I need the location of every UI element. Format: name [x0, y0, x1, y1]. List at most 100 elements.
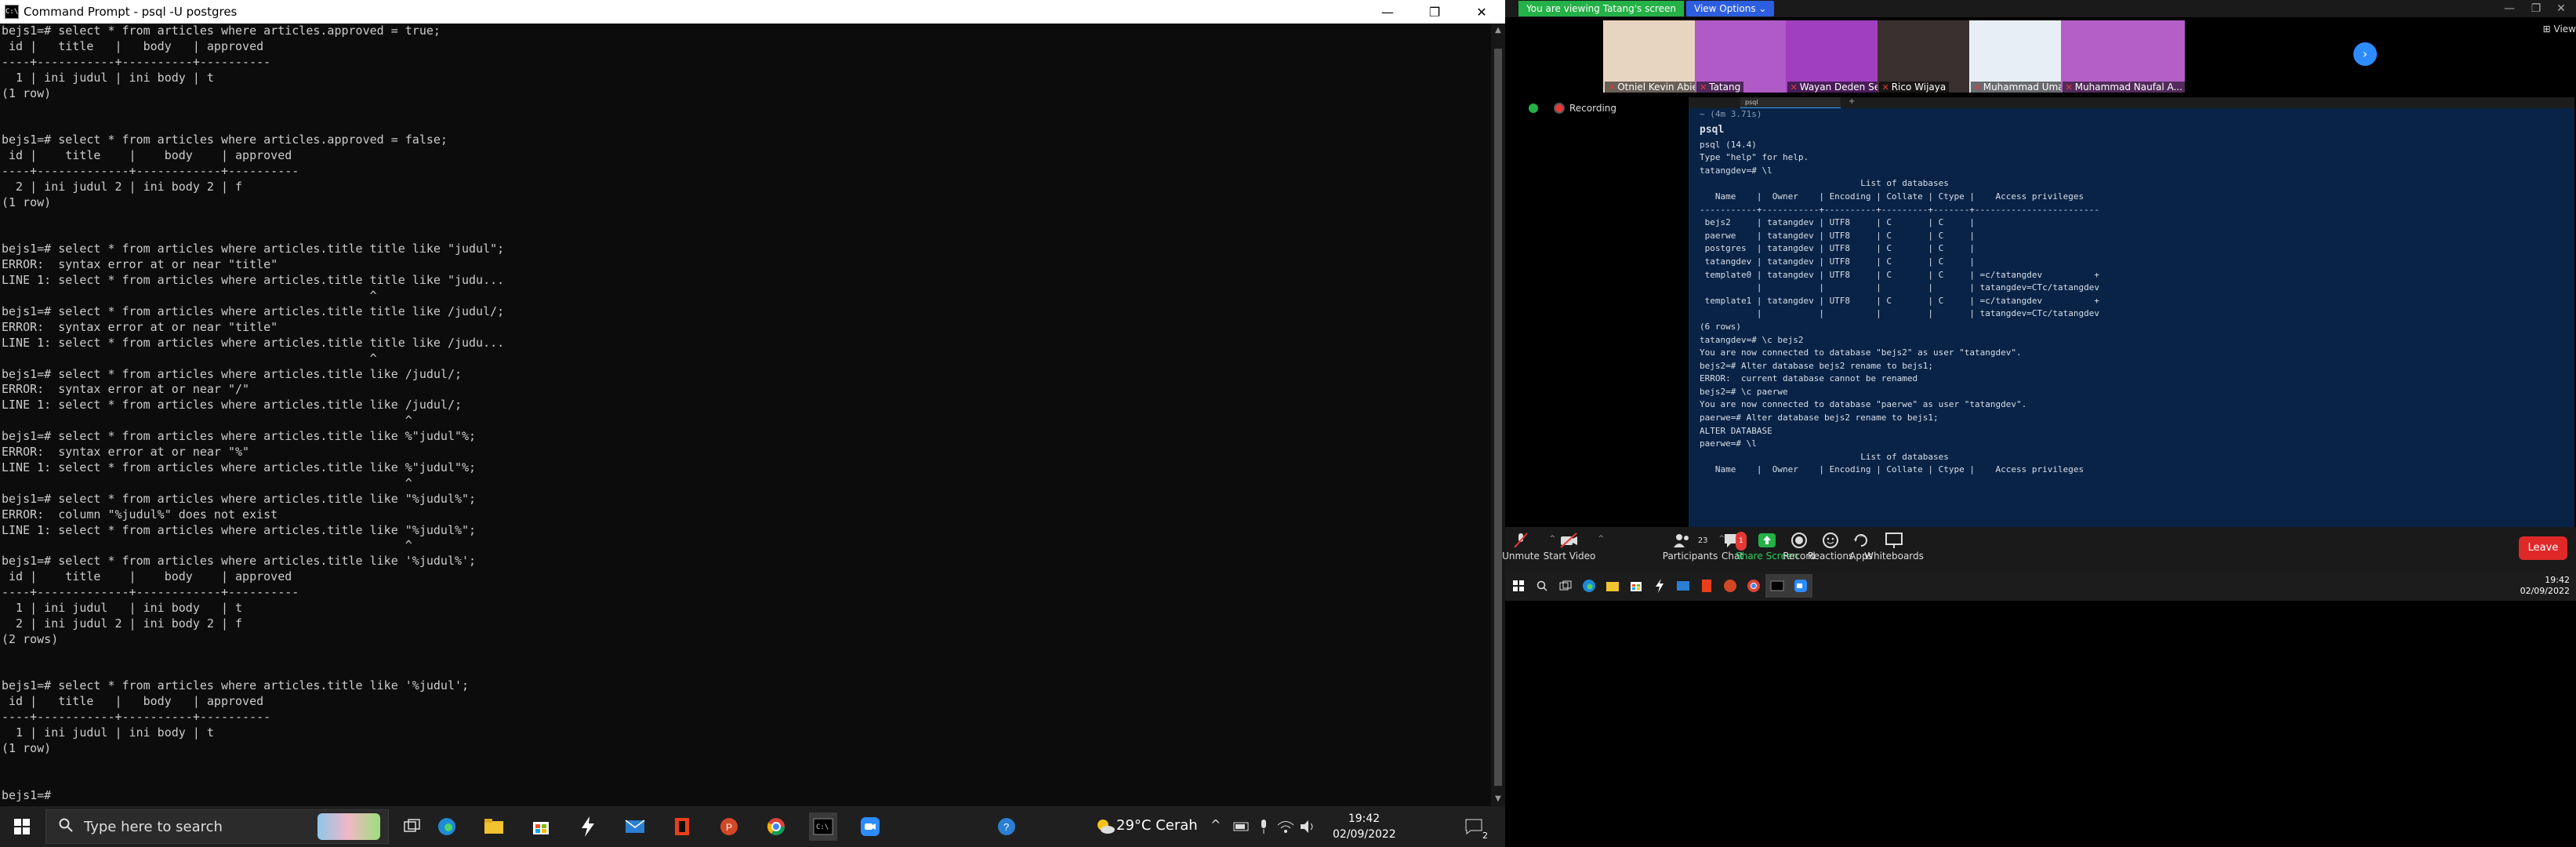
shared-new-tab-icon: + — [1849, 97, 1856, 106]
task-view-icon[interactable] — [398, 812, 426, 841]
mail-icon[interactable] — [621, 812, 649, 841]
participant-name-text: Tatang — [1709, 82, 1741, 93]
terminal-line: 1 | ini judul | ini body | t — [2, 600, 243, 615]
terminal-line: id | title | body | approved — [2, 569, 292, 584]
file-explorer-icon[interactable] — [1601, 574, 1624, 598]
recording-dot-icon — [1554, 103, 1565, 114]
next-page-arrow-icon[interactable]: › — [2353, 42, 2377, 66]
terminal-line: ^ — [2, 475, 412, 490]
store-icon[interactable] — [1624, 574, 1648, 598]
muted-mic-icon: ✕ — [1790, 82, 1798, 93]
maximize-button[interactable]: ❐ — [1411, 0, 1458, 24]
weather-icon[interactable] — [1091, 812, 1119, 841]
cmd-output[interactable]: bejs1=# select * from articles where art… — [0, 24, 1491, 806]
participant-name-text: Rico Wijaya — [1891, 82, 1947, 93]
lightning-app-icon[interactable] — [574, 812, 602, 841]
shared-terminal-line: bejs2=# Alter database bejs2 rename to b… — [1700, 360, 1934, 371]
search-placeholder: Type here to search — [84, 818, 223, 835]
shared-terminal-line: template1 | tatangdev | UTF8 | C | C | =… — [1700, 295, 2099, 306]
whiteboards-button[interactable]: Whiteboards — [1863, 532, 1925, 562]
file-explorer-icon[interactable] — [480, 812, 508, 841]
close-button[interactable]: ✕ — [1458, 0, 1505, 24]
shared-terminal-line: | | | | | tatangdev=CTc/tatangdev — [1700, 282, 2099, 293]
leave-button[interactable]: Leave — [2519, 536, 2567, 560]
shared-terminal-line: tatangdev=# \c bejs2 — [1700, 334, 1804, 345]
shared-terminal-line: Name | Owner | Encoding | Collate | Ctyp… — [1700, 464, 2084, 475]
tray-caret-icon[interactable]: ^ — [1210, 817, 1221, 832]
cmd-app-icon: C:\ — [5, 5, 19, 19]
zoom-taskbar-icon[interactable] — [1789, 574, 1812, 598]
video-caret-icon[interactable]: ^ — [1598, 535, 1604, 543]
participant-name: ✕ Rico Wijaya — [1878, 82, 1950, 93]
zoom-close-icon[interactable]: ✕ — [2549, 0, 2573, 17]
task-view-icon[interactable] — [1554, 574, 1577, 598]
powerpoint-icon[interactable]: P — [715, 812, 743, 841]
lightning-app-icon[interactable] — [1648, 574, 1671, 598]
taskbar-search-box[interactable]: Type here to search — [45, 809, 389, 844]
shared-terminal-line: List of databases — [1700, 178, 1949, 189]
terminal-line: LINE 1: select * from articles where art… — [2, 460, 477, 474]
edge-icon[interactable] — [433, 812, 461, 841]
windows-start-icon[interactable] — [8, 812, 36, 841]
whiteboards-label: Whiteboards — [1864, 551, 1924, 562]
weather-text[interactable]: 29°C Cerah — [1116, 817, 1198, 834]
windows-start-icon[interactable] — [1507, 574, 1530, 598]
edge-icon[interactable] — [1577, 574, 1601, 598]
zoom-minimize-icon[interactable]: — — [2498, 0, 2521, 17]
participant-tile[interactable]: ✕ Muhammad Naufal A... — [2060, 20, 2185, 93]
clock-date-right: 02/09/2022 — [2520, 586, 2570, 596]
taskbar-clock[interactable]: 19:42 02/09/2022 — [1333, 811, 1396, 842]
cmd-titlebar[interactable]: C:\ Command Prompt - psql -U postgres — … — [0, 0, 1505, 24]
shared-terminal-line: ERROR: current database cannot be rename… — [1700, 373, 1918, 384]
view-options-button[interactable]: View Options ⌄ — [1686, 1, 1775, 16]
svg-text:C:\: C:\ — [816, 823, 829, 831]
terminal-line: ----+-------------+------------+--------… — [2, 164, 299, 179]
chrome-icon[interactable] — [762, 812, 790, 841]
taskbar-clock-right[interactable]: 19:42 02/09/2022 — [2520, 575, 2570, 597]
terminal-line: bejs1=# select * from articles where art… — [2, 24, 441, 38]
chrome-icon[interactable] — [1742, 574, 1765, 598]
terminal-line: (1 row) — [2, 85, 52, 100]
office-icon[interactable] — [668, 812, 696, 841]
minimize-button[interactable]: — — [1364, 0, 1411, 24]
office-icon[interactable] — [1695, 574, 1718, 598]
scroll-up-icon[interactable]: ▲ — [1491, 24, 1505, 38]
notification-icon[interactable]: 2 — [1460, 812, 1488, 841]
svg-text:?: ? — [1003, 821, 1009, 833]
volume-icon[interactable] — [1293, 812, 1322, 841]
mail-icon[interactable] — [1671, 574, 1695, 598]
terminal-line: (1 row) — [2, 740, 52, 755]
shared-terminal-line: You are now connected to database "bejs2… — [1700, 347, 2022, 358]
terminal-line: ERROR: syntax error at or near "/" — [2, 382, 250, 397]
cmd-taskbar-icon[interactable] — [1765, 574, 1789, 598]
search-icon[interactable] — [1530, 574, 1554, 598]
help-icon[interactable]: ? — [992, 812, 1021, 841]
cmd-scrollbar[interactable]: ▲ ▼ — [1491, 24, 1505, 806]
terminal-line: id | title | body | approved — [2, 148, 292, 163]
shared-terminal-line: ALTER DATABASE — [1700, 425, 1772, 436]
notification-count: 2 — [1482, 831, 1488, 841]
start-video-button[interactable]: ^ Start Video — [1538, 532, 1604, 562]
terminal-line: ----+-----------+----------+---------- — [2, 54, 271, 69]
shared-terminal-line: Type "help" for help. — [1700, 152, 1809, 163]
shared-terminal-line: psql — [1700, 123, 1725, 136]
powerpoint-icon[interactable] — [1718, 574, 1742, 598]
scrollbar-thumb[interactable] — [1494, 49, 1502, 786]
participant-name: ✕ Tatang — [1696, 82, 1744, 93]
muted-mic-icon: ✕ — [2065, 82, 2073, 93]
terminal-line: bejs1=# select * from articles where art… — [2, 429, 477, 444]
terminal-line: bejs1=# select * from articles where art… — [2, 242, 505, 256]
search-highlight-art — [317, 813, 380, 840]
cmd-taskbar-icon[interactable]: C:\ — [809, 812, 837, 841]
terminal-line: bejs1=# select * from articles where art… — [2, 554, 477, 569]
store-icon[interactable] — [527, 812, 555, 841]
zoom-taskbar-icon[interactable] — [856, 812, 884, 841]
security-shield-icon[interactable] — [1529, 104, 1538, 113]
zoom-restore-icon[interactable]: ❐ — [2524, 0, 2548, 17]
speaker-view-button[interactable]: ⊞ View — [2543, 24, 2576, 35]
scroll-down-icon[interactable]: ▼ — [1491, 792, 1505, 806]
